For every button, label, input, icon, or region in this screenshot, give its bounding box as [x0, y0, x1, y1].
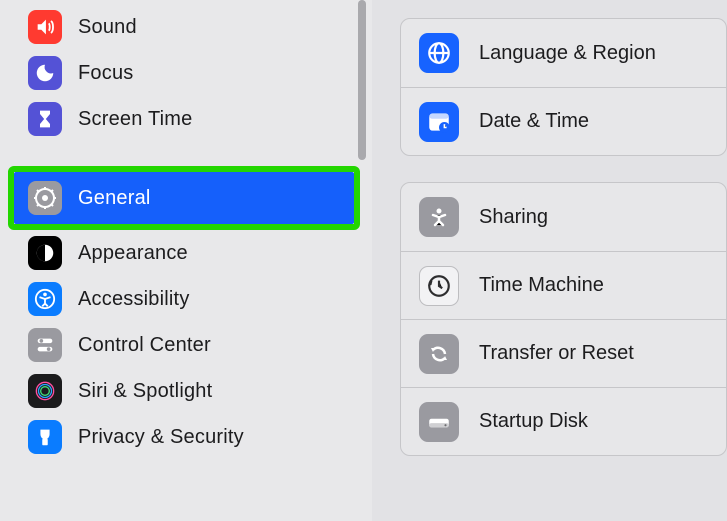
sidebar-item-label: Screen Time	[78, 108, 192, 131]
panel-item-sharing[interactable]: Sharing	[401, 183, 726, 251]
sidebar-item-label: General	[78, 187, 151, 210]
sidebar-item-label: Focus	[78, 62, 133, 85]
startup-disk-icon	[419, 402, 459, 442]
sidebar-item-label: Sound	[78, 16, 137, 39]
sharing-icon	[419, 197, 459, 237]
privacy-icon	[28, 420, 62, 454]
sidebar-item-focus[interactable]: Focus	[0, 50, 372, 96]
control-center-icon	[28, 328, 62, 362]
panel-item-label: Sharing	[479, 206, 548, 229]
sidebar-item-label: Privacy & Security	[78, 426, 244, 449]
panel-group-1: Language & Region Date & Time	[400, 18, 727, 156]
sidebar-item-privacy-security[interactable]: Privacy & Security	[0, 414, 372, 460]
panel-item-label: Startup Disk	[479, 410, 588, 433]
transfer-reset-icon	[419, 334, 459, 374]
panel-group-2: Sharing Time Machine Transfer or Reset S…	[400, 182, 727, 456]
screen-time-icon	[28, 102, 62, 136]
sidebar-item-screen-time[interactable]: Screen Time	[0, 96, 372, 142]
date-time-icon	[419, 102, 459, 142]
panel-item-date-time[interactable]: Date & Time	[401, 87, 726, 155]
panel-item-time-machine[interactable]: Time Machine	[401, 251, 726, 319]
sidebar-item-label: Control Center	[78, 334, 211, 357]
sidebar-scrollbar[interactable]	[358, 0, 366, 160]
sidebar-item-label: Appearance	[78, 242, 188, 265]
panel-item-language-region[interactable]: Language & Region	[401, 19, 726, 87]
siri-icon	[28, 374, 62, 408]
sidebar-item-appearance[interactable]: Appearance	[0, 230, 372, 276]
appearance-icon	[28, 236, 62, 270]
panel-item-label: Language & Region	[479, 42, 656, 65]
sidebar-item-siri-spotlight[interactable]: Siri & Spotlight	[0, 368, 372, 414]
sidebar-selection-highlight: General	[8, 166, 360, 230]
sidebar-item-label: Accessibility	[78, 288, 190, 311]
accessibility-icon	[28, 282, 62, 316]
sidebar-item-control-center[interactable]: Control Center	[0, 322, 372, 368]
focus-icon	[28, 56, 62, 90]
sidebar-item-general[interactable]: General	[14, 172, 354, 224]
language-region-icon	[419, 33, 459, 73]
panel-item-label: Transfer or Reset	[479, 342, 634, 365]
settings-sidebar: Sound Focus Screen Time General Appearan…	[0, 0, 372, 521]
time-machine-icon	[419, 266, 459, 306]
panel-item-label: Date & Time	[479, 110, 589, 133]
sidebar-item-label: Siri & Spotlight	[78, 380, 212, 403]
sound-icon	[28, 10, 62, 44]
panel-item-startup-disk[interactable]: Startup Disk	[401, 387, 726, 455]
sidebar-divider	[0, 142, 372, 164]
settings-detail-panel: Language & Region Date & Time Sharing Ti…	[372, 0, 727, 521]
sidebar-item-sound[interactable]: Sound	[0, 4, 372, 50]
general-icon	[28, 181, 62, 215]
sidebar-item-accessibility[interactable]: Accessibility	[0, 276, 372, 322]
panel-item-transfer-reset[interactable]: Transfer or Reset	[401, 319, 726, 387]
panel-item-label: Time Machine	[479, 274, 604, 297]
